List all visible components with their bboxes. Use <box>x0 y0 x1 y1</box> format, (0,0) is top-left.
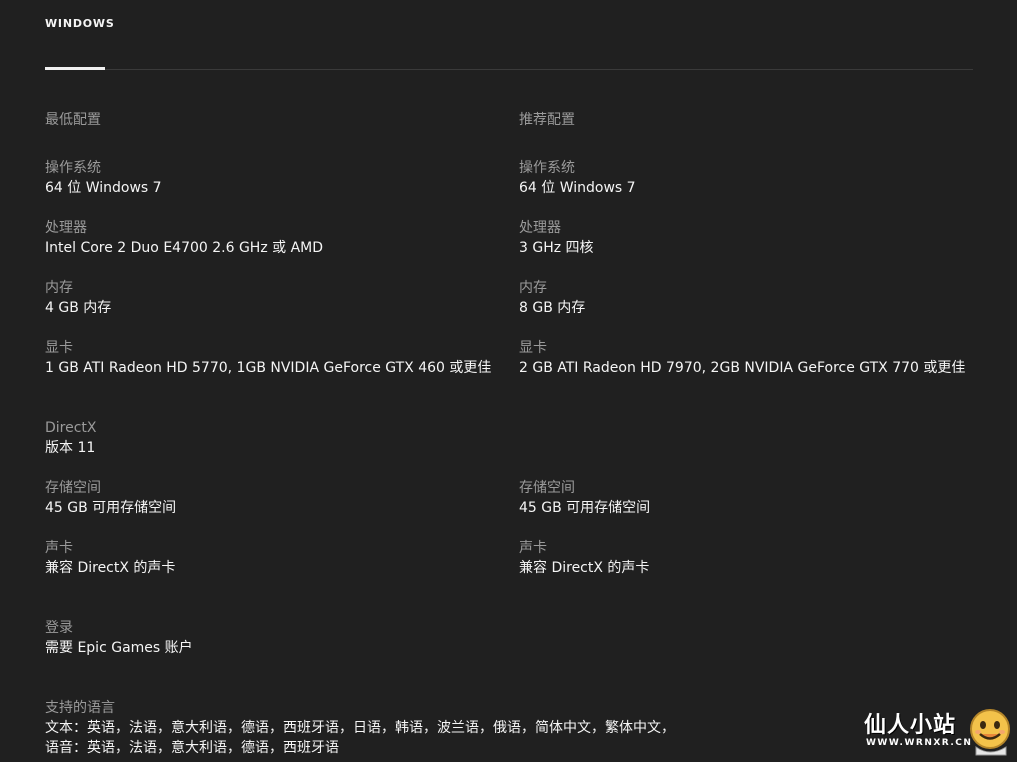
spec-label: 显卡 <box>45 340 73 356</box>
spec-label: 存储空间 <box>519 480 575 496</box>
text-languages: 文本：英语，法语，意大利语，德语，西班牙语，日语，韩语，波兰语，俄语，简体中文，… <box>45 720 675 736</box>
watermark-url: WWW.WRNXR.CN <box>866 738 973 748</box>
tab-windows[interactable]: WINDOWS <box>45 17 115 30</box>
spec-label: 登录 <box>45 620 73 636</box>
login-requirement: 登录 需要 Epic Games 账户 <box>45 618 505 658</box>
rec-storage-spec: 存储空间 45 GB 可用存储空间 <box>519 478 979 518</box>
spec-label: 内存 <box>45 280 73 296</box>
minimum-requirements-heading: 最低配置 <box>45 112 101 128</box>
site-watermark: 仙人小站 WWW.WRNXR.CN <box>864 705 1014 760</box>
spec-label: 处理器 <box>519 220 561 236</box>
spec-value: 2 GB ATI Radeon HD 7970, 2GB NVIDIA GeFo… <box>519 360 966 376</box>
spec-label: DirectX <box>45 420 97 436</box>
spec-label: 处理器 <box>45 220 87 236</box>
spec-label: 声卡 <box>519 540 547 556</box>
spec-value: 需要 Epic Games 账户 <box>45 640 193 656</box>
spec-value: 兼容 DirectX 的声卡 <box>45 560 176 576</box>
spec-value: 64 位 Windows 7 <box>519 180 636 196</box>
min-os-spec: 操作系统 64 位 Windows 7 <box>45 158 505 198</box>
spec-label: 声卡 <box>45 540 73 556</box>
spec-value: 45 GB 可用存储空间 <box>519 500 651 516</box>
min-cpu-spec: 处理器 Intel Core 2 Duo E4700 2.6 GHz 或 AMD <box>45 218 505 258</box>
spec-label: 操作系统 <box>45 160 101 176</box>
rec-gpu-spec: 显卡 2 GB ATI Radeon HD 7970, 2GB NVIDIA G… <box>519 338 969 378</box>
spec-label: 内存 <box>519 280 547 296</box>
min-sound-spec: 声卡 兼容 DirectX 的声卡 <box>45 538 505 578</box>
spec-value: 8 GB 内存 <box>519 300 586 316</box>
spec-value: 4 GB 内存 <box>45 300 112 316</box>
watermark-title: 仙人小站 <box>864 713 957 738</box>
rec-cpu-spec: 处理器 3 GHz 四核 <box>519 218 979 258</box>
spec-value: 兼容 DirectX 的声卡 <box>519 560 650 576</box>
spec-value: Intel Core 2 Duo E4700 2.6 GHz 或 AMD <box>45 240 324 256</box>
supported-languages: 支持的语言 文本：英语，法语，意大利语，德语，西班牙语，日语，韩语，波兰语，俄语… <box>45 698 845 758</box>
recommended-requirements-heading: 推荐配置 <box>519 112 575 128</box>
rec-sound-spec: 声卡 兼容 DirectX 的声卡 <box>519 538 979 578</box>
rec-os-spec: 操作系统 64 位 Windows 7 <box>519 158 979 198</box>
min-memory-spec: 内存 4 GB 内存 <box>45 278 505 318</box>
mascot-face-icon <box>970 709 1010 756</box>
spec-value: 版本 11 <box>45 440 96 456</box>
min-gpu-spec: 显卡 1 GB ATI Radeon HD 5770, 1GB NVIDIA G… <box>45 338 510 378</box>
min-directx-spec: DirectX 版本 11 <box>45 418 505 458</box>
spec-label: 支持的语言 <box>45 700 115 716</box>
tab-active-indicator <box>45 67 105 70</box>
spec-value: 1 GB ATI Radeon HD 5770, 1GB NVIDIA GeFo… <box>45 360 492 376</box>
spec-label: 存储空间 <box>45 480 101 496</box>
rec-memory-spec: 内存 8 GB 内存 <box>519 278 979 318</box>
spec-value: 45 GB 可用存储空间 <box>45 500 177 516</box>
spec-label: 操作系统 <box>519 160 575 176</box>
audio-languages: 语音：英语，法语，意大利语，德语，西班牙语 <box>45 740 339 756</box>
platform-tabbar: WINDOWS <box>45 0 973 70</box>
spec-value: 64 位 Windows 7 <box>45 180 162 196</box>
min-storage-spec: 存储空间 45 GB 可用存储空间 <box>45 478 505 518</box>
spec-label: 显卡 <box>519 340 547 356</box>
spec-value: 3 GHz 四核 <box>519 240 594 256</box>
